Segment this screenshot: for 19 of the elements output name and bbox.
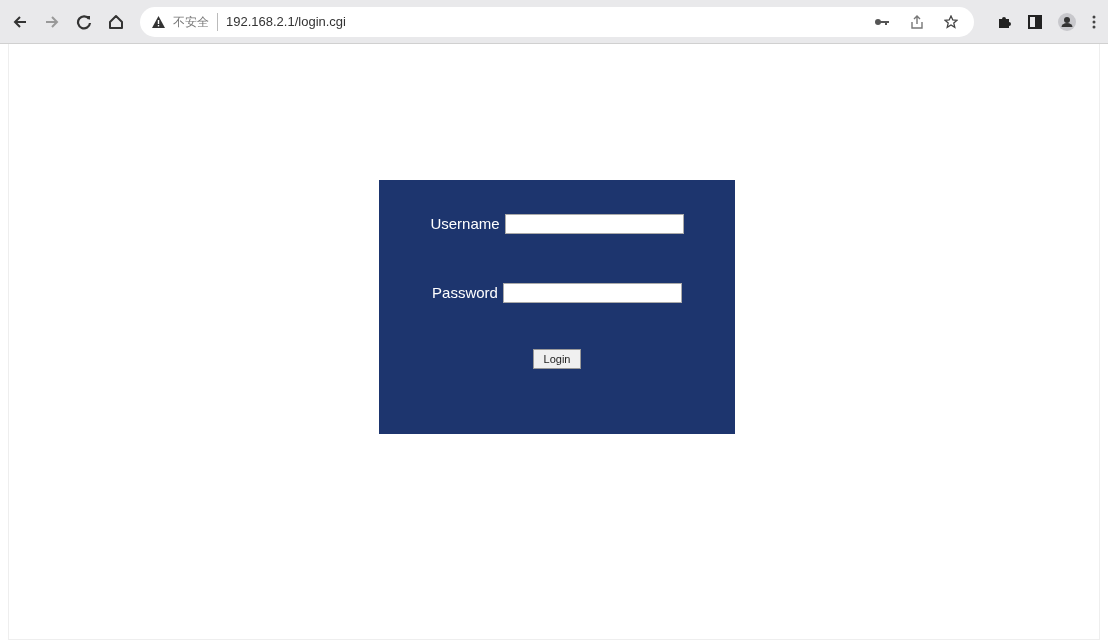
- address-bar[interactable]: 不安全 192.168.2.1/login.cgi: [140, 6, 974, 37]
- field-label: Username: [430, 214, 500, 234]
- input-field[interactable]: [502, 282, 682, 303]
- avatar-icon[interactable]: [1058, 12, 1076, 31]
- menu-icon[interactable]: [1092, 14, 1096, 29]
- key-icon[interactable]: [874, 16, 890, 27]
- share-icon[interactable]: [910, 14, 924, 29]
- url-text: 192.168.2.1/login.cgi: [226, 12, 346, 31]
- login-button[interactable]: Login: [532, 349, 582, 369]
- home-icon[interactable]: [108, 13, 124, 30]
- reload-icon[interactable]: [76, 13, 92, 30]
- input-field[interactable]: [504, 214, 684, 235]
- security-label: 不安全: [173, 12, 218, 31]
- star-icon[interactable]: [944, 14, 958, 29]
- side-panel-icon[interactable]: [1028, 14, 1042, 29]
- warning-icon: [152, 15, 165, 28]
- back-icon[interactable]: [12, 13, 28, 30]
- field-label: Password: [432, 282, 498, 303]
- puzzle-icon[interactable]: [998, 14, 1012, 29]
